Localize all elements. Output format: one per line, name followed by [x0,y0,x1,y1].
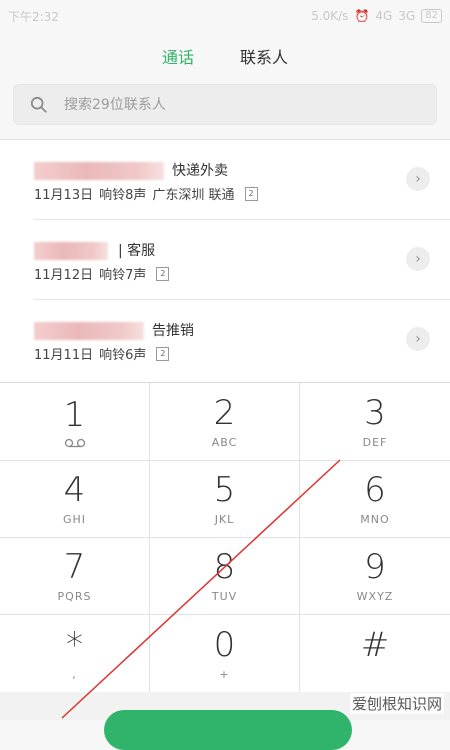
key-7[interactable]: 7 PQRS [0,538,150,615]
search-bar[interactable] [13,84,437,125]
key-6[interactable]: 6 MNO [300,461,450,538]
tab-contacts[interactable]: 联系人 [240,40,288,74]
detail-arrow-icon[interactable]: › [406,167,430,191]
call-rings: 响铃8声 [99,188,147,203]
key-2[interactable]: 2 ABC [150,383,300,461]
redacted-number [34,162,164,180]
call-detail: 11月12日 响铃7声 2 [34,264,170,283]
key-3[interactable]: 3 DEF [300,383,450,461]
key-digit: 0 [213,624,236,665]
battery-level: 82 [425,10,438,21]
key-letters: JKL [214,513,235,526]
redacted-number [34,322,144,340]
status-time: 下午2:32 [8,9,59,24]
search-icon [30,96,47,113]
call-tag: 快递外卖 [172,163,228,179]
key-4[interactable]: 4 GHI [0,461,150,538]
network-speed: 5.0K/s [311,9,349,23]
key-star[interactable]: * , [0,615,150,693]
key-letters: ABC [211,435,238,449]
call-log-list: 快递外卖 11月13日 响铃8声 广东深圳 联通 2 › | 客服 11月12日… [0,139,450,383]
call-count-badge: 2 [156,266,170,281]
key-digit: 4 [63,470,86,510]
tab-calls[interactable]: 通话 [162,40,194,74]
detail-arrow-icon[interactable]: › [406,247,430,271]
watermark: 爱刨根知识网 [349,693,444,714]
call-date: 11月11日 [34,348,94,363]
signal-3g: 3G [398,9,416,23]
key-digit: 6 [364,470,386,510]
alarm-icon: ⏰ [354,9,370,23]
key-hash[interactable]: # [300,615,450,693]
call-tag: 告推销 [152,323,194,339]
call-detail: 11月13日 响铃8声 广东深圳 联通 2 [34,184,258,203]
call-log-item[interactable]: | 客服 11月12日 响铃7声 2 › [34,220,450,300]
key-digit: 5 [213,470,236,510]
detail-arrow-icon[interactable]: › [406,327,430,351]
key-digit: # [360,624,390,665]
key-digit: 3 [364,392,386,433]
call-log-item[interactable]: 快递外卖 11月13日 响铃8声 广东深圳 联通 2 › [34,140,450,220]
top-tabs: 通话 联系人 [0,40,450,74]
key-letters: , [72,667,77,681]
status-bar: 下午2:32 5.0K/s ⏰ 4G 3G 82 [0,0,450,32]
call-log-item[interactable]: 告推销 11月11日 响铃6声 2 › [34,300,450,379]
key-letters: DEF [362,435,388,449]
call-date: 11月12日 [34,268,94,283]
key-0[interactable]: 0 + [150,615,300,693]
key-letters: + [219,667,230,681]
call-date: 11月13日 [34,188,94,203]
key-digit: 7 [63,547,86,587]
voicemail-icon [64,438,85,447]
call-button[interactable] [104,710,352,750]
key-letters: PQRS [57,590,92,603]
key-letters: GHI [62,513,87,526]
search-input[interactable] [62,95,406,114]
key-8[interactable]: 8 TUV [150,538,300,615]
call-count-badge: 2 [244,186,258,201]
signal-4g: 4G [375,9,393,23]
dial-keypad: 1 2 ABC 3 DEF 4 GHI 5 JKL 6 MNO 7 PQRS 8… [0,382,450,693]
redacted-number [34,242,108,260]
battery-icon: 82 [421,9,442,23]
key-letters: TUV [211,590,238,603]
key-digit: 8 [213,547,236,587]
key-digit: 9 [364,547,386,587]
key-letters: WXYZ [356,590,394,603]
key-digit: 2 [213,392,236,433]
key-digit: * [66,624,83,665]
call-location: 广东深圳 联通 [152,188,235,203]
key-letters: MNO [360,513,390,526]
key-5[interactable]: 5 JKL [150,461,300,538]
call-rings: 响铃7声 [99,268,147,283]
status-indicators: 5.0K/s ⏰ 4G 3G 82 [311,9,442,23]
call-detail: 11月11日 响铃6声 2 [34,344,170,363]
call-rings: 响铃6声 [99,348,147,363]
key-9[interactable]: 9 WXYZ [300,538,450,615]
call-count-badge: 2 [156,346,170,361]
key-digit: 1 [63,394,86,435]
key-1[interactable]: 1 [0,383,150,461]
call-tag: | 客服 [118,243,156,259]
